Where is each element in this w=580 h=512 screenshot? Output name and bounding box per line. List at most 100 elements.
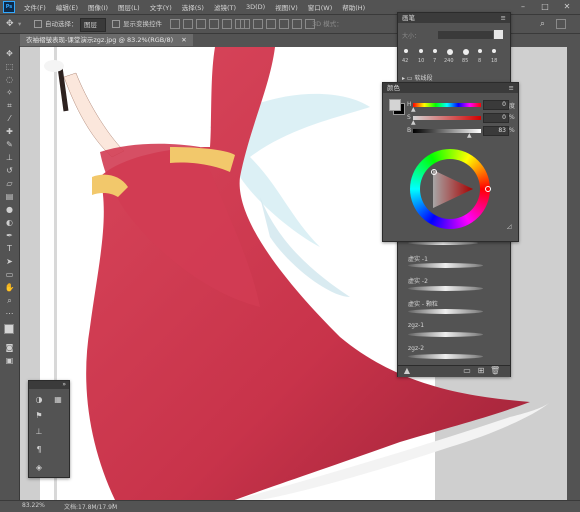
zoom-level[interactable]: 83.22% [22,502,45,509]
workspace-icon[interactable] [556,18,566,30]
hue-slider-handle-icon[interactable]: ▲ [411,106,416,113]
lasso-tool-icon[interactable]: ◌ [4,74,15,85]
panel-resize-icon[interactable]: ◿ [507,223,512,230]
align-top-icon[interactable] [170,19,180,29]
status-menu-chevron-icon[interactable]: › [112,501,115,509]
dodge-tool-icon[interactable]: ◐ [4,217,15,228]
history-brush-tool-icon[interactable]: ↺ [4,165,15,176]
swatches-icon[interactable]: ▦ [53,395,63,405]
collapse-icon[interactable]: » [62,380,66,390]
auto-select-checkbox[interactable]: 自动选择： [34,18,78,30]
screen-mode-icon[interactable]: ▣ [4,355,15,366]
gradient-tool-icon[interactable]: ▤ [4,191,15,202]
triangle-picker-handle[interactable] [431,169,437,175]
minimize-button[interactable]: – [512,1,534,13]
brush-item-5[interactable]: zgz-2 [408,345,508,352]
properties-icon[interactable]: ⚑ [34,411,44,421]
saturation-slider-handle-icon[interactable]: ▲ [411,119,416,126]
panel-menu-icon[interactable]: ≡ [501,13,506,23]
menu-filter[interactable]: 滤镜(T) [209,2,241,12]
paragraph-icon[interactable]: ¶ [34,445,44,455]
layers-icon[interactable]: ◈ [34,463,44,473]
brush-tip-icon[interactable] [404,49,408,53]
brush-tip-icon[interactable] [447,49,453,55]
brush-tip-icon[interactable] [478,49,482,53]
move-tool-icon[interactable]: ✥ [4,48,15,59]
saturation-slider[interactable] [413,116,481,120]
menu-image[interactable]: 图像(I) [83,2,113,12]
auto-select-dropdown[interactable]: 图层 [80,18,106,32]
shape-tool-icon[interactable]: ▭ [4,269,15,280]
hue-value[interactable]: 0 [483,100,509,110]
maximize-button[interactable]: □ [534,1,556,13]
brush-item-2[interactable]: 虚实 -2 [408,276,508,285]
tool-preset-chevron-icon[interactable]: ▾ [18,18,21,30]
zoom-tool-icon[interactable]: ⌕ [4,295,15,306]
brightness-slider-handle-icon[interactable]: ▲ [467,132,472,139]
menu-type[interactable]: 文字(Y) [145,2,177,12]
quick-select-tool-icon[interactable]: ✧ [4,87,15,98]
blur-tool-icon[interactable]: ● [4,204,15,215]
crop-tool-icon[interactable]: ⌗ [4,100,15,111]
brush-group-folder[interactable]: ▸ ▭ 软线段 [402,73,433,82]
align-bottom-icon[interactable] [196,19,206,29]
foreground-color-swatch[interactable] [389,99,401,111]
clone-source-icon[interactable]: ⊥ [34,427,44,437]
brightness-value[interactable]: 83 [483,126,509,136]
close-tab-button[interactable]: ✕ [181,36,186,44]
distribute-top-icon[interactable] [240,19,250,29]
menu-edit[interactable]: 编辑(E) [51,2,83,12]
path-select-tool-icon[interactable]: ➤ [4,256,15,267]
distribute-vcenter-icon[interactable] [253,19,263,29]
more-tools-icon[interactable]: ⋯ [4,308,15,319]
brush-size-field[interactable] [438,31,493,39]
foreground-color-swatch[interactable] [4,324,14,334]
marquee-tool-icon[interactable]: ⬚ [4,61,15,72]
move-tool-icon[interactable]: ✥ [6,18,14,30]
menu-3d[interactable]: 3D(D) [241,3,270,11]
show-transform-checkbox[interactable]: 显示变换控件 [112,18,162,30]
menu-window[interactable]: 窗口(W) [303,2,338,12]
type-tool-icon[interactable]: T [4,243,15,254]
align-hcenter-icon[interactable] [222,19,232,29]
hue-slider[interactable] [413,103,481,107]
new-group-icon[interactable]: ▭ [462,366,472,376]
distribute-hcenter-icon[interactable] [292,19,302,29]
menu-layer[interactable]: 图层(L) [113,2,145,12]
distribute-left-icon[interactable] [279,19,289,29]
clone-stamp-tool-icon[interactable]: ⊥ [4,152,15,163]
color-wheel[interactable] [410,149,491,229]
close-window-button[interactable]: ✕ [556,1,578,13]
eraser-tool-icon[interactable]: ▱ [4,178,15,189]
quick-mask-icon[interactable]: ◙ [4,342,15,353]
menu-help[interactable]: 帮助(H) [337,2,370,12]
panel-menu-icon[interactable]: ≡ [509,83,514,93]
brush-tool-icon[interactable]: ✎ [4,139,15,150]
wheel-hue-handle[interactable] [485,186,491,192]
brush-settings-icon[interactable] [494,30,503,39]
document-tab[interactable]: 衣袖褶皱表现-课堂演示zgz.jpg @ 83.2%(RGB/8) ✕ [20,34,193,46]
brush-tip-icon[interactable] [492,49,496,53]
pen-tool-icon[interactable]: ✒ [4,230,15,241]
align-vcenter-icon[interactable] [183,19,193,29]
brush-tip-icon[interactable] [463,49,469,55]
align-left-icon[interactable] [209,19,219,29]
healing-tool-icon[interactable]: ✚ [4,126,15,137]
brush-tip-icon[interactable] [433,49,437,53]
brush-tip-icon[interactable] [419,49,423,53]
eyedropper-tool-icon[interactable]: ⁄ [4,113,15,124]
hand-tool-icon[interactable]: ✋ [4,282,15,293]
brush-item-4[interactable]: zgz-1 [408,322,508,329]
menu-file[interactable]: 文件(F) [19,2,51,12]
menu-view[interactable]: 视图(V) [270,2,303,12]
delete-brush-icon[interactable]: 🗑 [490,366,500,376]
brush-item-3[interactable]: 虚实 - 颗粒 [408,299,508,308]
brush-item-1[interactable]: 虚实 -1 [408,254,508,263]
brush-size-slider-icon[interactable]: ▲ [402,366,412,376]
menu-select[interactable]: 选择(S) [177,2,209,12]
saturation-value[interactable]: 0 [483,113,509,123]
new-brush-icon[interactable]: ⊞ [476,366,486,376]
search-icon[interactable]: ⌕ [540,18,545,30]
vertical-scrollbar[interactable] [568,47,580,500]
distribute-bottom-icon[interactable] [266,19,276,29]
